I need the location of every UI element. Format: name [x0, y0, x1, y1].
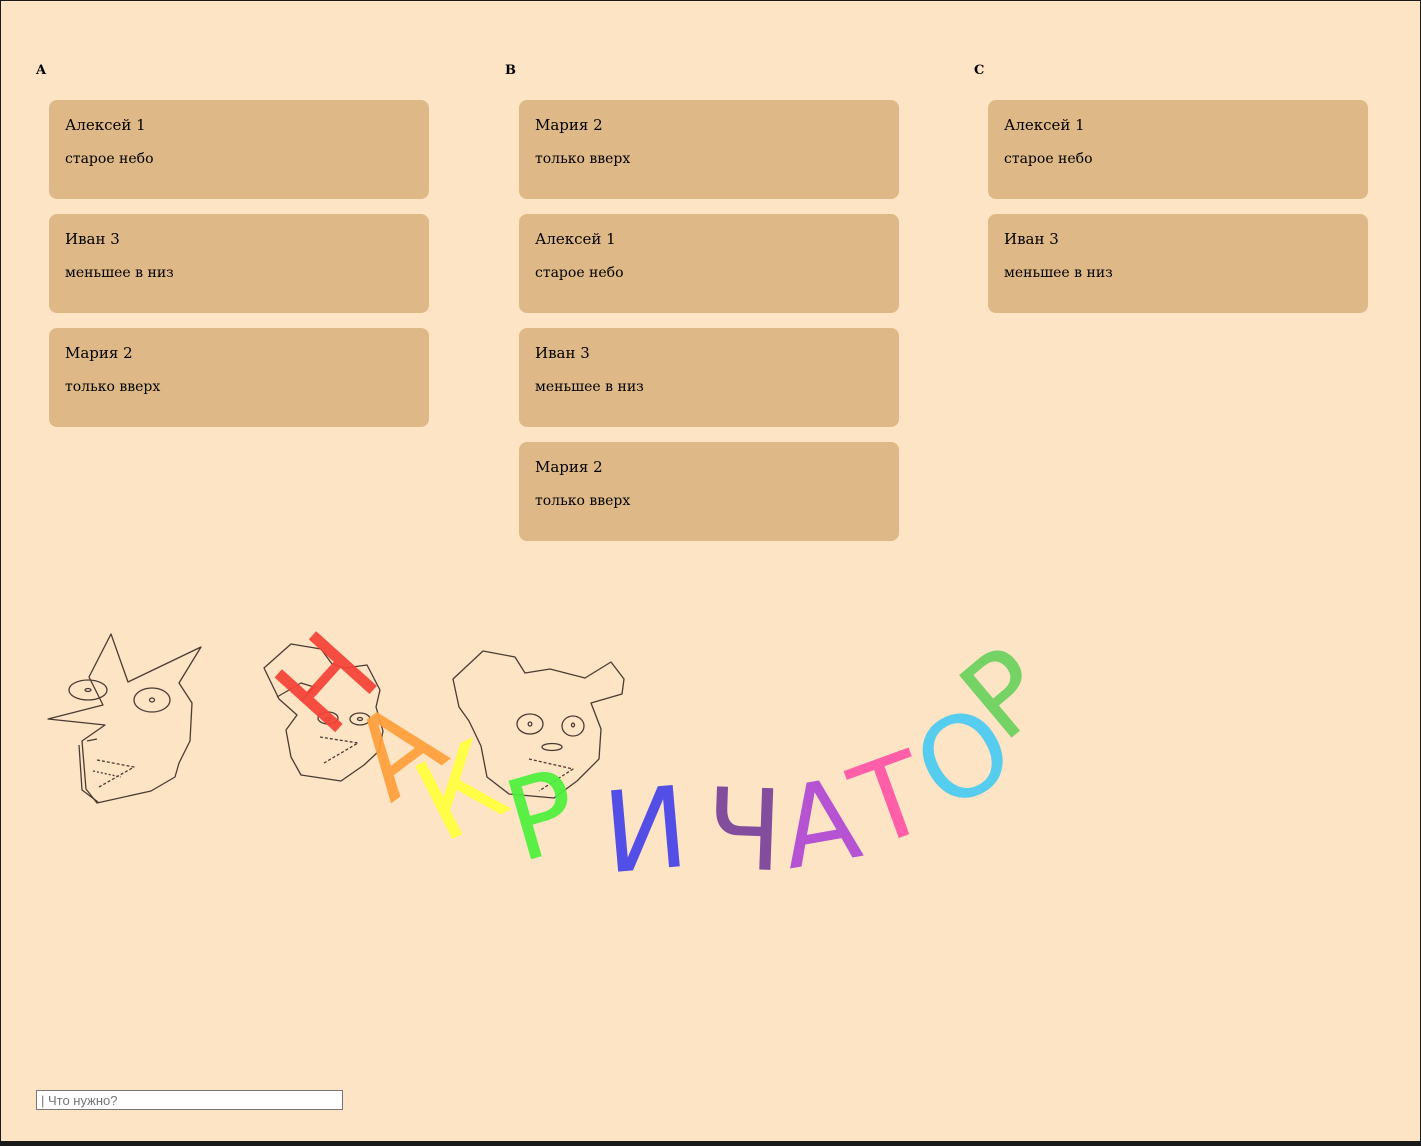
card-name: Мария 2 [535, 116, 603, 134]
card[interactable]: Алексей 1 старое небо [49, 100, 429, 199]
card-text: старое небо [65, 151, 154, 167]
card-text: старое небо [535, 265, 624, 281]
card[interactable]: Алексей 1 старое небо [519, 214, 899, 313]
banner-letter-4: Р [492, 745, 593, 889]
card-name: Алексей 1 [535, 230, 616, 248]
banner-letter-7: А [771, 754, 869, 895]
banner-letter-1: Н [251, 609, 404, 759]
sketch-face-fox [47, 633, 202, 804]
column-b-heading: B [505, 63, 516, 78]
card-text: меньшее в низ [65, 265, 174, 281]
card[interactable]: Иван 3 меньшее в низ [49, 214, 429, 313]
card-text: меньшее в низ [1004, 265, 1113, 281]
card-name: Алексей 1 [1004, 116, 1085, 134]
search-input[interactable] [36, 1090, 343, 1110]
sketch-face-bear [452, 650, 625, 799]
page: A Алексей 1 старое небо Иван 3 меньшее в… [1, 1, 1420, 1141]
card-text: только вверх [65, 379, 161, 395]
card-name: Алексей 1 [65, 116, 146, 134]
banner-letter-10: Р [937, 622, 1072, 765]
card-name: Иван 3 [1004, 230, 1059, 248]
card-text: только вверх [535, 151, 631, 167]
card[interactable]: Мария 2 только вверх [49, 328, 429, 427]
card-name: Мария 2 [535, 458, 603, 476]
banner-letter-8: Т [836, 727, 946, 873]
sketch-face-dog [263, 643, 384, 782]
card[interactable]: Мария 2 только вверх [519, 100, 899, 199]
window-bottom-border [0, 1141, 1421, 1146]
column-a-heading: A [36, 63, 47, 78]
banner-letter-6: Ч [704, 765, 785, 898]
card-text: меньшее в низ [535, 379, 644, 395]
card[interactable]: Мария 2 только вверх [519, 442, 899, 541]
banner-letter-5: И [598, 763, 693, 900]
banner-letter-2: А [328, 676, 467, 826]
card[interactable]: Иван 3 меньшее в низ [988, 214, 1368, 313]
banner-letter-9: О [893, 680, 1034, 837]
card-name: Иван 3 [535, 344, 590, 362]
rainbow-banner: Н А К Р И Ч А Т О Р [251, 609, 1072, 900]
card-text: старое небо [1004, 151, 1093, 167]
card[interactable]: Алексей 1 старое небо [988, 100, 1368, 199]
column-c-heading: C [974, 63, 985, 78]
card[interactable]: Иван 3 меньшее в низ [519, 328, 899, 427]
card-text: только вверх [535, 493, 631, 509]
card-name: Мария 2 [65, 344, 133, 362]
banner-letter-3: К [396, 716, 526, 868]
card-name: Иван 3 [65, 230, 120, 248]
